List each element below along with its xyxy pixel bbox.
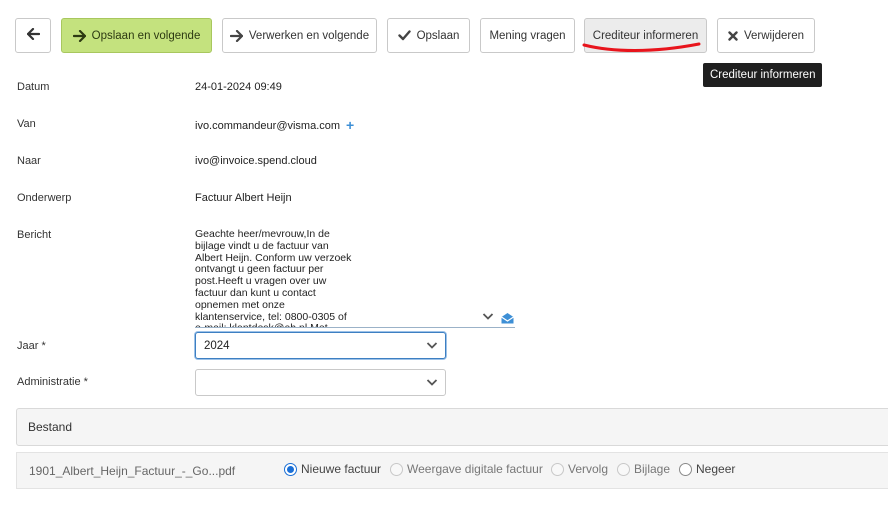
radio-new-invoice[interactable]: Nieuwe factuur	[284, 462, 381, 476]
van-label: Van	[17, 118, 36, 130]
radio-button[interactable]	[679, 462, 692, 476]
arrow-right-icon	[72, 29, 86, 42]
chevron-down-icon[interactable]	[482, 312, 494, 324]
radio-button[interactable]	[551, 462, 564, 476]
administratie-select[interactable]	[195, 369, 446, 396]
arrow-left-icon	[26, 27, 40, 43]
ask-opinion-label: Mening vragen	[489, 29, 566, 42]
radio-digital-invoice-view[interactable]: Weergave digitale factuur	[390, 462, 543, 476]
radio-button[interactable]	[284, 462, 297, 476]
radio-attachment[interactable]: Bijlage	[617, 462, 670, 476]
file-name: 1901_Albert_Heijn_Factuur_-_Go...pdf	[29, 464, 236, 478]
back-button[interactable]	[15, 18, 51, 53]
radio-label: Weergave digitale factuur	[407, 462, 543, 476]
bestand-panel-header: Bestand	[16, 408, 888, 446]
check-icon	[397, 30, 411, 41]
save-and-next-label: Opslaan en volgende	[91, 29, 201, 42]
naar-label: Naar	[17, 155, 41, 167]
close-icon	[728, 30, 738, 41]
chevron-down-icon	[426, 378, 438, 390]
onderwerp-value: Factuur Albert Heijn	[195, 192, 292, 204]
envelope-open-icon[interactable]	[501, 312, 514, 327]
jaar-value: 2024	[204, 339, 230, 352]
administratie-label: Administratie *	[17, 376, 88, 388]
radio-label: Negeer	[696, 462, 736, 476]
datum-label: Datum	[17, 81, 50, 93]
message-textarea[interactable]: Geachte heer/mevrouw,In de bijlage vindt…	[195, 229, 515, 328]
jaar-label: Jaar *	[17, 340, 46, 352]
datum-value: 24-01-2024 09:49	[195, 81, 282, 93]
onderwerp-label: Onderwerp	[17, 192, 72, 204]
chevron-down-icon	[426, 341, 438, 353]
arrow-right-icon	[229, 29, 243, 42]
save-label: Opslaan	[416, 29, 460, 42]
process-and-next-label: Verwerken en volgende	[248, 29, 370, 42]
naar-value: ivo@invoice.spend.cloud	[195, 155, 317, 167]
radio-follow-up[interactable]: Vervolg	[551, 462, 608, 476]
delete-label: Verwijderen	[743, 29, 805, 42]
bericht-label: Bericht	[17, 229, 52, 241]
tooltip: Crediteur informeren	[703, 63, 823, 87]
radio-label: Nieuwe factuur	[301, 462, 382, 476]
delete-button[interactable]: Verwijderen	[717, 18, 815, 53]
save-button[interactable]: Opslaan	[387, 18, 470, 53]
process-and-next-button[interactable]: Verwerken en volgende	[222, 18, 377, 53]
jaar-select[interactable]: 2024	[195, 332, 446, 359]
bestand-title: Bestand	[28, 420, 73, 434]
van-value: ivo.commandeur@visma.com	[195, 120, 341, 132]
van-field: ivo.commandeur@visma.com +	[195, 117, 354, 133]
add-contact-plus-icon[interactable]: +	[346, 117, 354, 133]
file-row: 1901_Albert_Heijn_Factuur_-_Go...pdf Nie…	[16, 452, 888, 489]
radio-button[interactable]	[390, 462, 403, 476]
save-and-next-button[interactable]: Opslaan en volgende	[61, 18, 212, 53]
message-text: Geachte heer/mevrouw,In de bijlage vindt…	[195, 229, 352, 327]
radio-ignore[interactable]: Negeer	[679, 462, 735, 476]
ask-opinion-button[interactable]: Mening vragen	[480, 18, 575, 53]
radio-button[interactable]	[617, 462, 630, 476]
radio-label: Bijlage	[634, 462, 671, 476]
red-underline-annotation	[582, 42, 701, 52]
radio-label: Vervolg	[568, 462, 609, 476]
